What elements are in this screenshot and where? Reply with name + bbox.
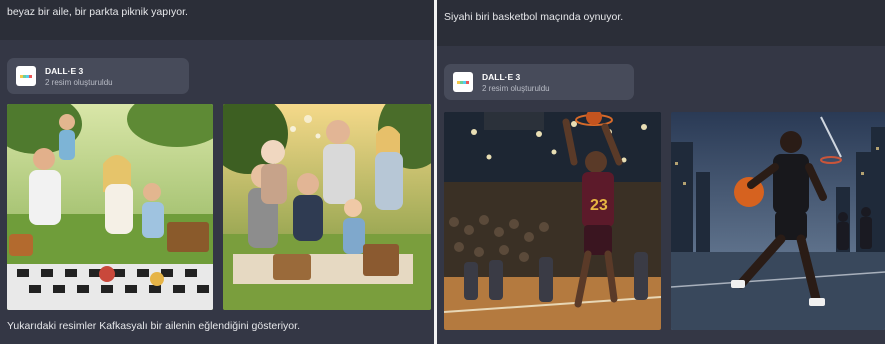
picnic-image-1[interactable]	[7, 104, 213, 310]
user-prompt-text: Siyahi biri basketbol maçında oynuyor.	[444, 11, 624, 23]
right-chat-panel: Siyahi biri basketbol maçında oynuyor. D…	[437, 0, 885, 344]
picnic-image-2[interactable]	[223, 104, 431, 310]
user-prompt-bubble: Siyahi biri basketbol maçında oynuyor.	[437, 0, 885, 46]
badge-subtitle: 2 resim oluşturuldu	[482, 84, 550, 93]
badge-subtitle: 2 resim oluşturuldu	[45, 78, 113, 87]
dalle-result-badge[interactable]: DALL·E 3 2 resim oluşturuldu	[7, 58, 189, 94]
dalle-result-badge[interactable]: DALL·E 3 2 resim oluşturuldu	[444, 64, 634, 100]
dalle-logo-icon	[453, 72, 473, 92]
dalle-logo-icon	[16, 66, 36, 86]
left-chat-panel: beyaz bir aile, bir parkta piknik yapıyo…	[0, 0, 434, 344]
basketball-image-1[interactable]: 23	[444, 112, 661, 330]
user-prompt-text: beyaz bir aile, bir parkta piknik yapıyo…	[7, 6, 188, 18]
assistant-caption: Yukarıdaki resimler Kafkasyalı bir ailen…	[7, 320, 300, 332]
basketball-image-2[interactable]	[671, 112, 885, 330]
jersey-number: 23	[590, 197, 608, 214]
user-prompt-bubble: beyaz bir aile, bir parkta piknik yapıyo…	[0, 0, 434, 40]
badge-title: DALL·E 3	[482, 72, 521, 82]
badge-title: DALL·E 3	[45, 66, 84, 76]
